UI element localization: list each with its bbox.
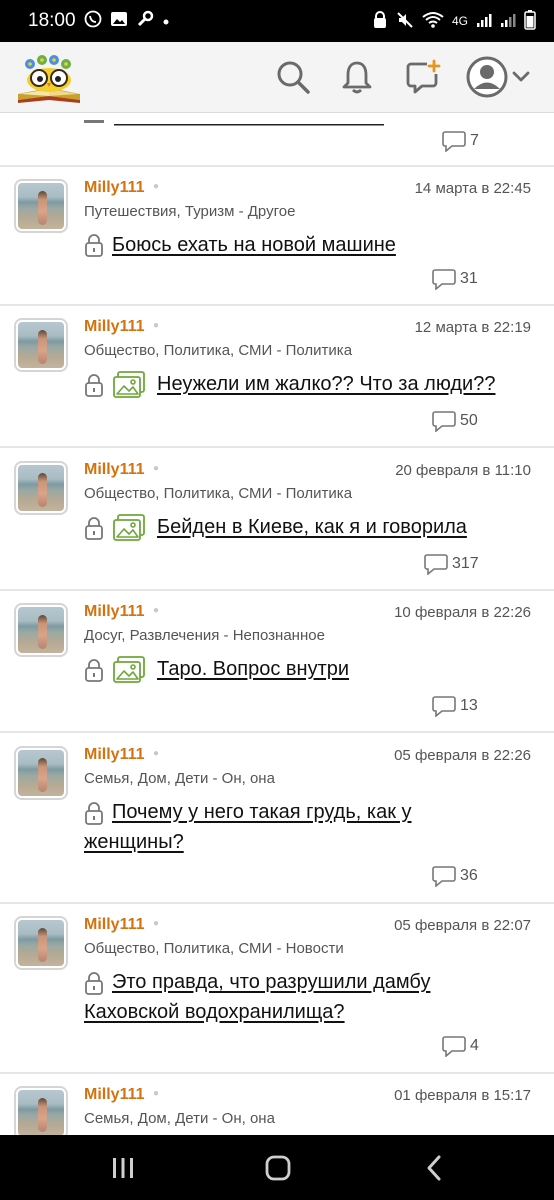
post-date: 20 февраля в 11:10 xyxy=(395,462,531,479)
post-category[interactable]: Семья, Дом, Дети - Он, она xyxy=(84,770,275,787)
post-category[interactable]: Путешествия, Туризм - Другое xyxy=(84,203,295,220)
comment-count[interactable]: 13 xyxy=(432,695,478,717)
avatar[interactable] xyxy=(14,746,68,800)
post-date: 05 февраля в 22:26 xyxy=(394,747,531,764)
battery-icon xyxy=(524,9,536,33)
post-separator xyxy=(0,446,554,448)
lock-icon xyxy=(85,374,103,397)
post-date: 01 февраля в 15:17 xyxy=(394,1087,531,1104)
post-date: 05 февраля в 22:07 xyxy=(394,917,531,934)
status-bar: 18:00 4G xyxy=(0,0,554,42)
post-separator xyxy=(0,304,554,306)
lock-icon xyxy=(85,234,103,257)
post-title[interactable]: Это правда, что разрушили дамбу xyxy=(112,967,430,997)
lock-icon xyxy=(85,517,103,540)
post-separator xyxy=(0,589,554,591)
dot-icon xyxy=(162,13,170,30)
online-status-dot: ● xyxy=(153,918,160,929)
comment-icon xyxy=(442,1036,466,1057)
post-title[interactable]: Неужели им жалко?? Что за люди?? xyxy=(157,369,495,399)
profile-icon xyxy=(466,56,530,98)
bell-icon[interactable] xyxy=(336,56,378,98)
comment-count[interactable]: 36 xyxy=(432,865,478,887)
comment-icon xyxy=(432,866,456,887)
post-separator xyxy=(0,165,554,167)
post-feed[interactable]: 7 Milly111 ● 14 марта в 22:45 Путешестви… xyxy=(0,113,554,1135)
profile-menu-button[interactable] xyxy=(466,56,534,98)
avatar[interactable] xyxy=(14,179,68,233)
search-icon[interactable] xyxy=(272,56,314,98)
viber-icon xyxy=(84,10,102,32)
add-post-icon[interactable] xyxy=(402,56,444,98)
post-author[interactable]: Milly111 xyxy=(84,916,145,934)
image-attachment-icon xyxy=(113,656,145,683)
image-icon xyxy=(110,11,128,31)
online-status-dot: ● xyxy=(153,320,160,331)
avatar[interactable] xyxy=(14,318,68,372)
signal-icon xyxy=(476,12,492,31)
comment-count[interactable]: 317 xyxy=(424,553,479,575)
post-author[interactable]: Milly111 xyxy=(84,461,145,479)
post-category[interactable]: Общество, Политика, СМИ - Новости xyxy=(84,940,344,957)
post-date: 12 марта в 22:19 xyxy=(414,319,531,336)
post-author[interactable]: Milly111 xyxy=(84,318,145,336)
post-title-continued[interactable]: женщины? xyxy=(84,827,184,857)
comment-icon xyxy=(432,696,456,717)
post-title-continued[interactable]: Каховской водохранилища? xyxy=(84,997,345,1027)
post-date: 14 марта в 22:45 xyxy=(414,180,531,197)
comment-icon xyxy=(424,554,448,575)
status-time: 18:00 xyxy=(28,10,76,31)
partial-post-title-fragment xyxy=(84,113,394,126)
comment-icon xyxy=(442,131,466,152)
avatar[interactable] xyxy=(14,461,68,515)
post-category[interactable]: Досуг, Развлечения - Непознанное xyxy=(84,627,325,644)
post-separator xyxy=(0,731,554,733)
post-category[interactable]: Общество, Политика, СМИ - Политика xyxy=(84,485,352,502)
lock-icon xyxy=(85,802,103,825)
online-status-dot: ● xyxy=(153,605,160,616)
avatar[interactable] xyxy=(14,1086,68,1135)
lock-icon xyxy=(372,10,388,32)
mute-icon xyxy=(396,11,414,32)
image-attachment-icon xyxy=(113,514,145,541)
post-date: 10 февраля в 22:26 xyxy=(394,604,531,621)
comment-count[interactable]: 7 xyxy=(442,130,479,152)
home-icon[interactable] xyxy=(258,1151,298,1185)
comment-icon xyxy=(432,269,456,290)
post-title[interactable]: Бейден в Киеве, как я и говорила xyxy=(157,512,467,542)
network-label: 4G xyxy=(451,14,468,28)
post-title[interactable]: Почему у него такая грудь, как у xyxy=(112,797,412,827)
post-author[interactable]: Milly111 xyxy=(84,603,145,621)
post-category[interactable]: Семья, Дом, Дети - Он, она xyxy=(84,1110,275,1127)
online-status-dot: ● xyxy=(153,463,160,474)
back-icon[interactable] xyxy=(414,1151,454,1185)
online-status-dot: ● xyxy=(153,181,160,192)
comment-icon xyxy=(432,411,456,432)
online-status-dot: ● xyxy=(153,1088,160,1099)
lock-icon xyxy=(85,972,103,995)
wifi-icon xyxy=(422,11,444,32)
post-author[interactable]: Milly111 xyxy=(84,1086,145,1104)
post-category[interactable]: Общество, Политика, СМИ - Политика xyxy=(84,342,352,359)
app-header xyxy=(0,42,554,113)
signal-icon xyxy=(500,12,516,31)
post-title[interactable]: Боюсь ехать на новой машине xyxy=(112,230,396,260)
post-author[interactable]: Milly111 xyxy=(84,746,145,764)
system-nav-bar xyxy=(0,1135,554,1200)
owl-books-logo[interactable] xyxy=(14,50,84,106)
comment-count[interactable]: 4 xyxy=(442,1035,479,1057)
wrench-icon xyxy=(136,10,154,32)
lock-icon xyxy=(85,659,103,682)
post-author[interactable]: Milly111 xyxy=(84,179,145,197)
post-separator xyxy=(0,902,554,904)
avatar[interactable] xyxy=(14,916,68,970)
avatar[interactable] xyxy=(14,603,68,657)
online-status-dot: ● xyxy=(153,748,160,759)
comment-count[interactable]: 50 xyxy=(432,410,478,432)
post-separator xyxy=(0,1072,554,1074)
post-title[interactable]: Таро. Вопрос внутри xyxy=(157,654,349,684)
recent-apps-icon[interactable] xyxy=(103,1151,143,1185)
image-attachment-icon xyxy=(113,371,145,398)
comment-count[interactable]: 31 xyxy=(432,268,478,290)
